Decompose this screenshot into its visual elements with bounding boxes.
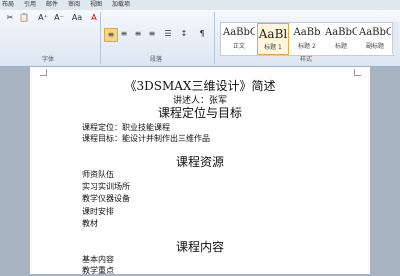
styles-gallery: AaBbCcDc正文 AaBl标题 1 AaBb标题 2 AaBbC标题 AaB… [220,22,394,56]
justify-button[interactable]: ≡ [146,28,158,40]
group-label-paragraph: 段落 [150,56,163,63]
resource-item: 实习实训场所 [82,182,130,191]
tab-mailings[interactable]: 邮件 [46,1,58,9]
document-page[interactable]: 《3DSMAX三维设计》简述 讲述人：张军 课程定位与目标 课程定位：职业技能课… [30,67,370,275]
resource-item: 课时安排 [82,207,114,216]
tab-view[interactable]: 视图 [90,1,102,9]
style-heading-1[interactable]: AaBl 标题 1 [257,23,289,55]
show-marks-button[interactable]: ¶ [196,28,208,40]
style-subtitle[interactable]: AaBbC 副标题 [359,23,391,55]
paste-icon[interactable]: 📋 [18,12,30,24]
resource-item: 师资队伍 [82,170,114,179]
heading-course-position: 课程定位与目标 [157,106,242,120]
course-goal: 课程目标：能设计并制作出三维作品 [82,134,210,143]
resource-item: 教学仪器设备 [82,194,130,203]
group-label-font: 字体 [42,56,55,63]
content-item: 教学重点 [82,266,114,275]
doc-title: 《3DSMAX三维设计》简述 [124,79,276,93]
tab-layout[interactable]: 布局 [2,1,14,9]
heading-course-content: 课程内容 [175,240,224,254]
change-case-button[interactable]: Aa [70,12,84,24]
ribbon: ✂ 📋 A⁺ A⁻ Aa A ≡ ≡ ≡ ≡ ☰ ↕ ¶ 字体 段落 样式 Aa… [0,10,400,67]
cut-icon[interactable]: ✂ [4,12,16,24]
corner-mark [40,69,47,76]
style-title[interactable]: AaBbC 标题 [325,23,357,55]
shrink-font-button[interactable]: A⁻ [52,12,66,24]
tab-references[interactable]: 引用 [24,1,36,9]
tab-addins[interactable]: 加载项 [112,1,130,9]
styles-scrollbar[interactable] [392,22,399,54]
group-label-styles: 样式 [300,56,313,63]
heading-course-resources: 课程资源 [175,155,224,169]
align-left-button[interactable]: ≡ [104,28,118,42]
style-heading-2[interactable]: AaBb 标题 2 [291,23,323,55]
group-divider [214,12,215,64]
tab-review[interactable]: 审阅 [68,1,80,9]
content-item: 基本内容 [82,255,114,264]
style-normal[interactable]: AaBbCcDc正文 [223,23,255,55]
grow-font-button[interactable]: A⁺ [36,12,50,24]
group-divider [100,12,101,64]
list-button[interactable]: ☰ [162,28,174,40]
resource-item: 教材 [82,219,98,228]
corner-mark [354,69,361,76]
document-area: 《3DSMAX三维设计》简述 讲述人：张军 课程定位与目标 课程定位：职业技能课… [0,67,400,275]
course-position: 课程定位：职业技能课程 [82,123,170,132]
font-color-button[interactable]: A [88,12,100,24]
align-center-button[interactable]: ≡ [118,28,130,40]
line-spacing-button[interactable]: ↕ [178,28,190,40]
align-right-button[interactable]: ≡ [132,28,144,40]
